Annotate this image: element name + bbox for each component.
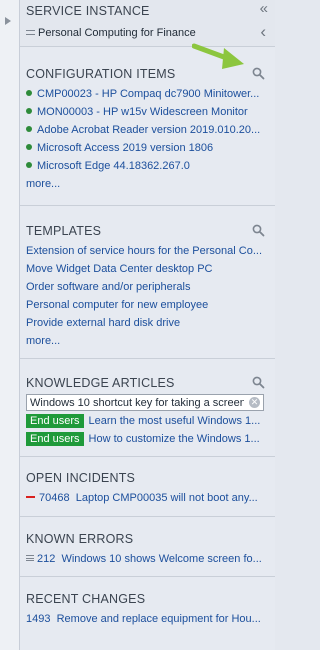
known-error-link[interactable]: Windows 10 shows Welcome screen fo... [61, 553, 261, 565]
audience-badge: End users [26, 414, 84, 428]
known-errors-title: KNOWN ERRORS [26, 532, 134, 546]
ci-link[interactable]: CMP00023 - HP Compaq dc7900 Minitower... [37, 88, 259, 100]
template-link[interactable]: Provide external hard disk drive [26, 314, 269, 332]
expand-panel-icon[interactable] [5, 17, 11, 25]
knowledge-articles-title: KNOWLEDGE ARTICLES [26, 376, 175, 390]
service-instance-name-row: Personal Computing for Finance [26, 26, 269, 40]
status-dot-icon [26, 144, 32, 151]
list-item[interactable]: MON00003 - HP w15v Widescreen Monitor [26, 103, 269, 121]
ci-link[interactable]: Microsoft Access 2019 version 1806 [37, 142, 213, 154]
template-link[interactable]: Extension of service hours for the Perso… [26, 242, 269, 260]
ci-link[interactable]: Microsoft Edge 44.18362.267.0 [37, 160, 190, 172]
configuration-items-title: CONFIGURATION ITEMS [26, 67, 176, 81]
list-item[interactable]: 212 Windows 10 shows Welcome screen fo..… [26, 550, 269, 568]
ci-link[interactable]: MON00003 - HP w15v Widescreen Monitor [37, 106, 248, 118]
article-link[interactable]: Learn the most useful Windows 1... [89, 413, 269, 429]
knowledge-articles-section: KNOWLEDGE ARTICLES ✕ End users Learn the… [20, 359, 275, 457]
service-instance-title: SERVICE INSTANCE [26, 4, 150, 18]
status-dot-icon [26, 90, 32, 97]
clear-icon[interactable]: ✕ [249, 397, 260, 408]
templates-title: TEMPLATES [26, 224, 102, 238]
status-dot-icon [26, 162, 32, 169]
knowledge-search-input[interactable] [27, 395, 247, 410]
change-link[interactable]: Remove and replace equipment for Hou... [57, 613, 261, 625]
priority-icon [26, 496, 35, 499]
incident-number[interactable]: 70468 [39, 492, 70, 504]
article-link[interactable]: How to customize the Windows 1... [89, 431, 269, 447]
list-item[interactable]: Microsoft Access 2019 version 1806 [26, 139, 269, 157]
incident-link[interactable]: Laptop CMP00035 will not boot any... [76, 492, 258, 504]
service-icon [26, 29, 35, 35]
configuration-items-section: CONFIGURATION ITEMS CMP00023 - HP Compaq… [20, 47, 275, 206]
list-item[interactable]: Microsoft Edge 44.18362.267.0 [26, 157, 269, 175]
service-instance-name: Personal Computing for Finance [38, 27, 196, 39]
knowledge-search-box: ✕ [26, 394, 264, 411]
more-link[interactable]: more... [26, 332, 269, 350]
back-chevron-icon[interactable]: ‹ [260, 23, 266, 40]
configuration-items-list: CMP00023 - HP Compaq dc7900 Minitower...… [26, 85, 269, 193]
change-number[interactable]: 1493 [26, 613, 50, 625]
list-item[interactable]: End users How to customize the Windows 1… [26, 431, 269, 447]
left-collapse-strip[interactable] [0, 0, 20, 650]
list-item[interactable]: 1493 Remove and replace equipment for Ho… [26, 610, 269, 628]
open-incidents-title: OPEN INCIDENTS [26, 471, 136, 485]
list-icon [26, 555, 34, 562]
list-item[interactable]: Adobe Acrobat Reader version 2019.010.20… [26, 121, 269, 139]
recent-changes-title: RECENT CHANGES [26, 592, 146, 606]
known-error-number[interactable]: 212 [37, 553, 55, 565]
side-panel: SERVICE INSTANCE Personal Computing for … [20, 0, 275, 650]
templates-section: TEMPLATES Extension of service hours for… [20, 206, 275, 359]
status-dot-icon [26, 108, 32, 115]
search-icon[interactable] [252, 67, 265, 80]
recent-changes-section: RECENT CHANGES 1493 Remove and replace e… [20, 577, 275, 637]
list-item[interactable]: End users Learn the most useful Windows … [26, 413, 269, 429]
templates-list: Extension of service hours for the Perso… [26, 242, 269, 350]
more-link[interactable]: more... [26, 175, 269, 193]
open-incidents-section: OPEN INCIDENTS 70468 Laptop CMP00035 wil… [20, 457, 275, 517]
collapse-panel-icon[interactable]: « [260, 1, 268, 16]
search-icon[interactable] [252, 376, 265, 389]
status-dot-icon [26, 126, 32, 133]
template-link[interactable]: Personal computer for new employee [26, 296, 269, 314]
known-errors-section: KNOWN ERRORS 212 Windows 10 shows Welcom… [20, 517, 275, 577]
search-icon[interactable] [252, 224, 265, 237]
template-link[interactable]: Move Widget Data Center desktop PC [26, 260, 269, 278]
audience-badge: End users [26, 432, 84, 446]
template-link[interactable]: Order software and/or peripherals [26, 278, 269, 296]
ci-link[interactable]: Adobe Acrobat Reader version 2019.010.20… [37, 124, 260, 136]
list-item[interactable]: 70468 Laptop CMP00035 will not boot any.… [26, 489, 269, 507]
list-item[interactable]: CMP00023 - HP Compaq dc7900 Minitower... [26, 85, 269, 103]
service-instance-section: SERVICE INSTANCE Personal Computing for … [20, 0, 275, 47]
